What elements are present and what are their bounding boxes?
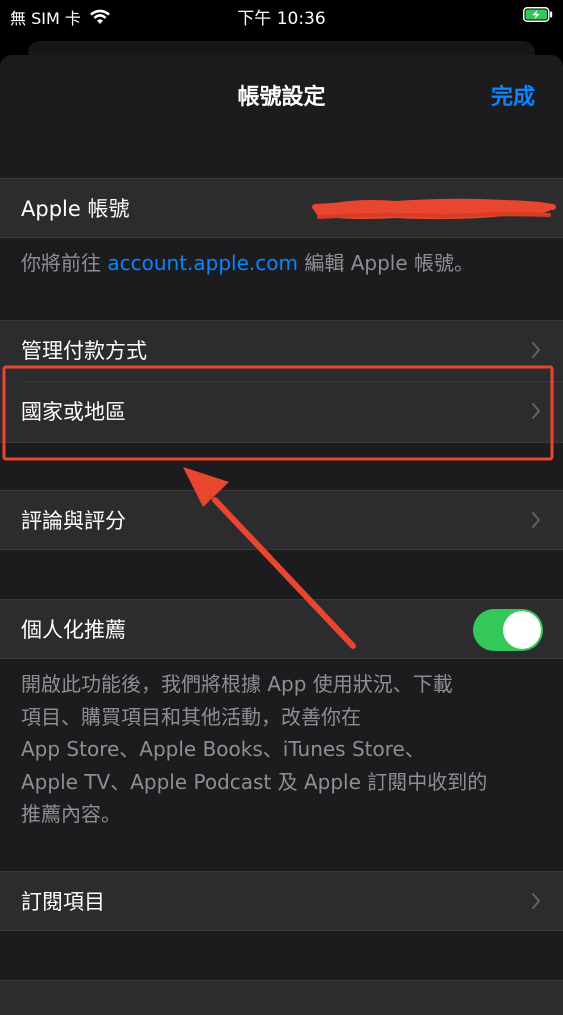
subscriptions-label: 訂閱項目 — [21, 890, 105, 914]
subscriptions-row[interactable]: 訂閱項目 — [0, 871, 563, 931]
payment-region-group: 管理付款方式 國家或地區 — [0, 320, 563, 443]
description-line: 推薦內容。 — [21, 802, 121, 826]
account-settings-sheet: 帳號設定 完成 Apple 帳號 你將前往 account.apple.com … — [0, 55, 563, 1015]
done-button[interactable]: 完成 — [491, 79, 535, 111]
personalized-recommendations-row: 個人化推薦 — [0, 599, 563, 659]
chevron-right-icon — [532, 893, 540, 909]
personalized-description: 開啟此功能後，我們將根據 App 使用狀況、下載 項目、購買項目和其他活動，改善… — [21, 668, 541, 831]
description-line: Apple TV、Apple Podcast 及 Apple 訂閱中收到的 — [21, 769, 488, 794]
description-line: 項目、購買項目和其他活動，改善你在 — [21, 704, 361, 729]
battery-charging-icon — [523, 7, 553, 22]
page-title: 帳號設定 — [237, 85, 326, 110]
status-bar: 無 SIM 卡 下午 10:36 — [0, 0, 563, 32]
region-label: 國家或地區 — [21, 400, 126, 424]
personalized-label: 個人化推薦 — [21, 618, 126, 642]
reviews-row[interactable]: 評論與評分 — [0, 490, 563, 550]
apple-account-label: Apple 帳號 — [21, 197, 130, 221]
chevron-right-icon — [532, 342, 540, 358]
toggle-knob — [503, 611, 541, 649]
chevron-right-icon — [532, 403, 540, 419]
reviews-label: 評論與評分 — [21, 509, 126, 533]
account-note-prefix: 你將前往 — [21, 251, 108, 275]
account-note: 你將前往 account.apple.com 編輯 Apple 帳號。 — [21, 247, 541, 280]
description-line: 開啟此功能後，我們將根據 App 使用狀況、下載 — [21, 672, 453, 696]
description-line: App Store、Apple Books、iTunes Store、 — [21, 737, 425, 761]
apple-account-row[interactable]: Apple 帳號 — [0, 178, 563, 238]
payment-label: 管理付款方式 — [21, 339, 147, 363]
status-time: 下午 10:36 — [237, 9, 326, 29]
account-link[interactable]: account.apple.com — [107, 251, 298, 275]
account-note-suffix: 編輯 Apple 帳號。 — [297, 251, 474, 275]
redacted-account-scribble — [312, 198, 556, 220]
region-row[interactable]: 國家或地區 — [0, 382, 563, 442]
next-row-partial[interactable] — [0, 980, 563, 1015]
payment-row[interactable]: 管理付款方式 — [0, 321, 563, 381]
personalized-toggle[interactable] — [473, 609, 543, 651]
chevron-right-icon — [532, 512, 540, 528]
